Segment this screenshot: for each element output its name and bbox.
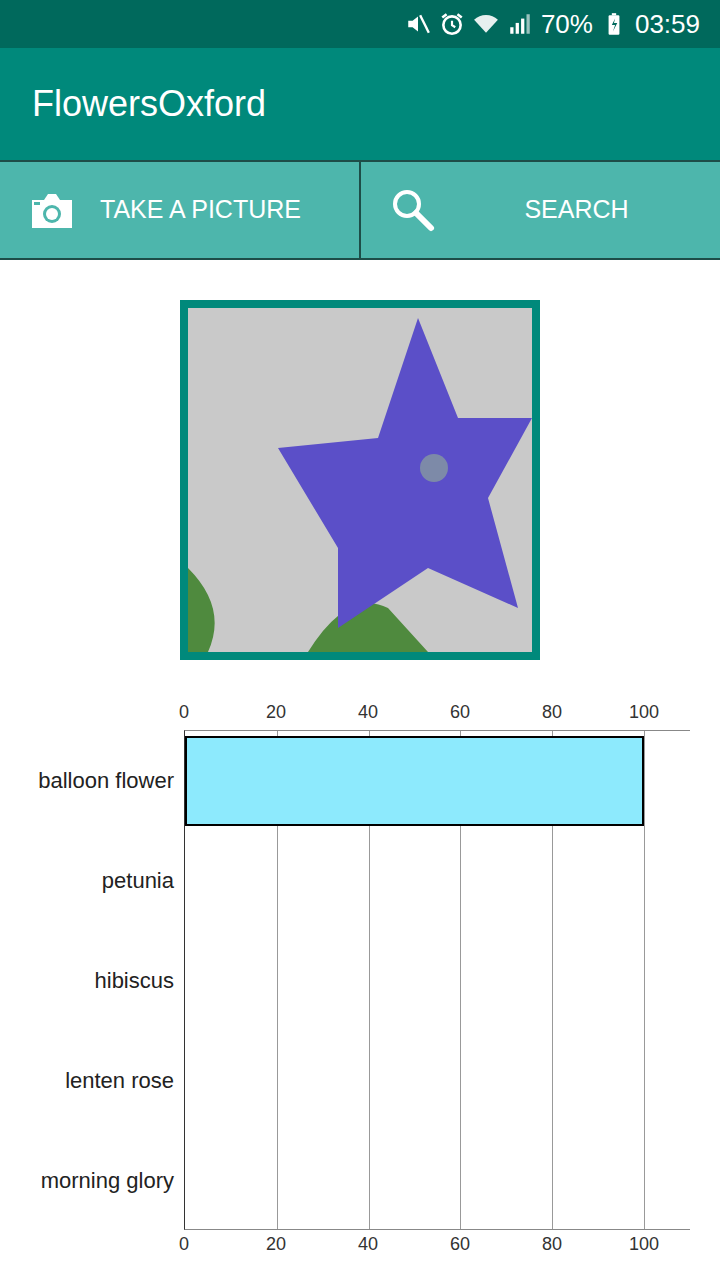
category-row: hibiscus bbox=[0, 930, 184, 1030]
tick-label: 80 bbox=[542, 702, 562, 724]
plot-area bbox=[184, 730, 690, 1230]
wifi-icon bbox=[473, 11, 499, 37]
tick-label: 100 bbox=[629, 702, 659, 724]
category-label: petunia bbox=[102, 864, 174, 897]
tick-label: 60 bbox=[450, 702, 470, 724]
tick-label: 20 bbox=[266, 1234, 286, 1256]
category-label: hibiscus bbox=[95, 964, 174, 997]
clock: 03:59 bbox=[635, 5, 700, 44]
top-axis: 020406080100 bbox=[184, 698, 690, 730]
alarm-icon bbox=[439, 11, 465, 37]
tick-label: 20 bbox=[266, 702, 286, 724]
category-label: balloon flower bbox=[38, 764, 174, 797]
signal-icon bbox=[507, 11, 533, 37]
category-row: balloon flower bbox=[0, 730, 184, 830]
status-bar: 70% 03:59 bbox=[0, 0, 720, 48]
mute-icon bbox=[405, 11, 431, 37]
tick-label: 100 bbox=[629, 1234, 659, 1256]
bar-row bbox=[185, 731, 690, 831]
action-bar: TAKE A PICTURE SEARCH bbox=[0, 160, 720, 260]
battery-level: 70% bbox=[541, 5, 593, 44]
camera-icon bbox=[28, 186, 76, 234]
grid-line bbox=[644, 731, 645, 1229]
bar-row bbox=[185, 1031, 690, 1131]
tick-label: 40 bbox=[358, 702, 378, 724]
bar-row bbox=[185, 831, 690, 931]
tick-label: 0 bbox=[179, 702, 189, 724]
category-row: lenten rose bbox=[0, 1030, 184, 1130]
battery-icon bbox=[601, 11, 627, 37]
flower-photo bbox=[180, 300, 540, 660]
search-button[interactable]: SEARCH bbox=[359, 162, 720, 258]
bottom-axis: 020406080100 bbox=[184, 1230, 690, 1262]
button-label[interactable]: TAKE A PICTURE bbox=[100, 191, 331, 229]
button-label[interactable]: SEARCH bbox=[461, 191, 692, 229]
tick-label: 60 bbox=[450, 1234, 470, 1256]
search-icon bbox=[389, 186, 437, 234]
tick-label: 40 bbox=[358, 1234, 378, 1256]
app-bar: FlowersOxford bbox=[0, 48, 720, 160]
bar bbox=[185, 736, 644, 826]
category-labels: balloon flower petunia hibiscus lenten rose… bbox=[0, 730, 184, 1230]
confidence-chart: 0 20 40 60 80 100 balloon flower petunia hibiscu… bbox=[0, 698, 720, 1262]
tick-label: 80 bbox=[542, 1234, 562, 1256]
take-picture-button[interactable]: TAKE A PICTURE bbox=[0, 162, 359, 258]
bar-row bbox=[185, 1131, 690, 1231]
category-label: lenten rose bbox=[65, 1064, 174, 1097]
bar-row bbox=[185, 931, 690, 1031]
category-row: morning glory bbox=[0, 1130, 184, 1230]
category-label: morning glory bbox=[41, 1164, 174, 1197]
tick-label: 0 bbox=[179, 1234, 189, 1256]
bar-rows bbox=[185, 731, 690, 1229]
app-title: FlowersOxford bbox=[32, 82, 266, 125]
category-row: petunia bbox=[0, 830, 184, 930]
